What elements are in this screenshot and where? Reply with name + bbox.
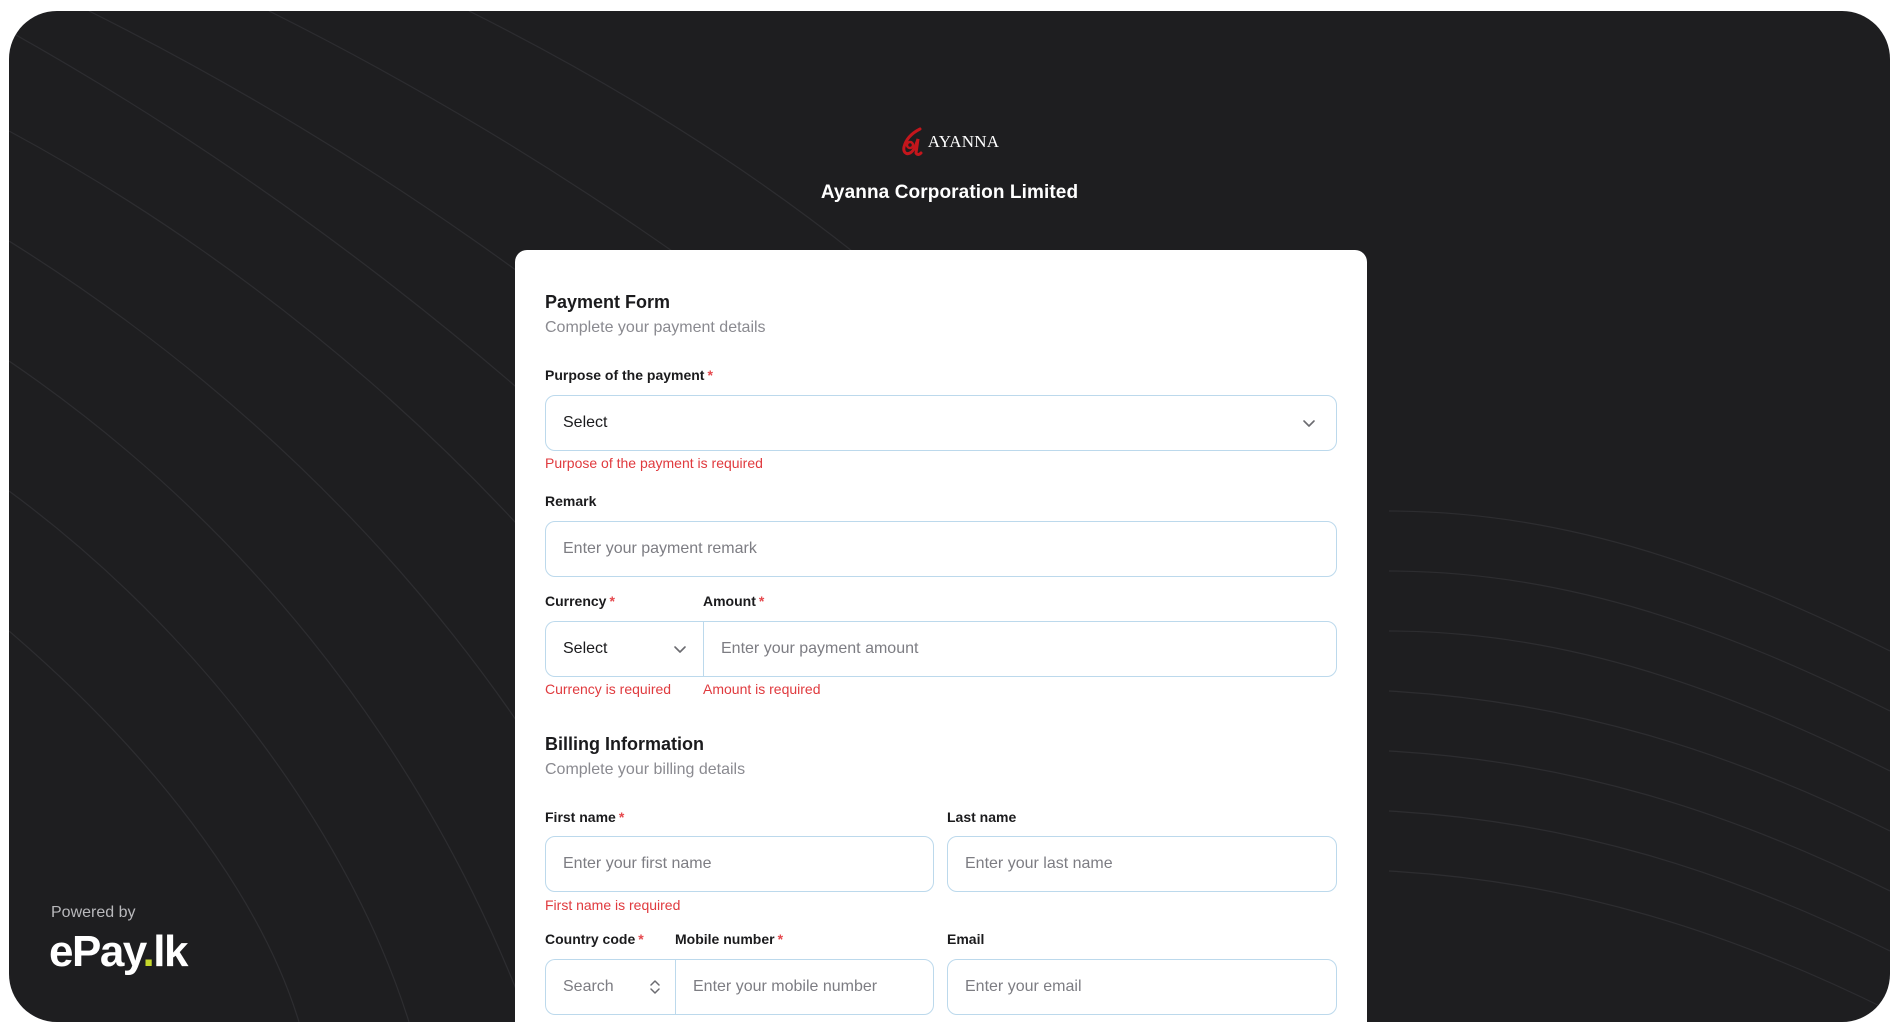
logo-text: AYANNA: [927, 132, 1000, 151]
required-mark: *: [618, 809, 625, 825]
email-field[interactable]: [947, 959, 1337, 1015]
remark-input[interactable]: [546, 540, 1336, 558]
currency-label-text: Currency: [545, 593, 607, 609]
first-name-error: First name is required: [545, 897, 681, 913]
email-label: Email: [947, 931, 985, 947]
last-name-field[interactable]: [947, 836, 1337, 892]
powered-by-label: Powered by: [51, 904, 136, 921]
amount-error: Amount is required: [703, 681, 821, 697]
payment-form-card: Payment Form Complete your payment detai…: [515, 250, 1367, 1030]
last-name-input[interactable]: [948, 855, 1336, 873]
epay-logo-dot: .: [142, 927, 155, 976]
amount-label-text: Amount: [703, 593, 756, 609]
first-name-input[interactable]: [546, 855, 933, 873]
country-code-placeholder: Search: [563, 978, 614, 995]
email-input[interactable]: [948, 978, 1336, 996]
payment-form-title: Payment Form: [545, 292, 671, 312]
epay-logo-main: ePay: [49, 927, 144, 976]
amount-label: Amount *: [703, 593, 764, 609]
required-mark: *: [609, 593, 615, 609]
mobile-label: Mobile number *: [675, 931, 783, 947]
purpose-select[interactable]: Select: [545, 395, 1337, 451]
last-name-label: Last name: [947, 809, 1017, 825]
amount-input[interactable]: [704, 640, 1336, 658]
required-mark: *: [638, 931, 644, 947]
chevron-down-icon: [1302, 418, 1316, 428]
brand-header: AYANNA Ayanna Corporation Limited: [9, 127, 1890, 204]
chevron-up-down-icon: [649, 978, 661, 996]
first-name-label: First name *: [545, 809, 624, 825]
first-name-label-text: First name: [545, 809, 616, 825]
remark-label: Remark: [545, 493, 597, 509]
required-mark: *: [707, 367, 713, 383]
ayanna-logo-icon: [902, 127, 923, 156]
currency-select-value: Select: [563, 640, 608, 657]
purpose-select-value: Select: [563, 414, 608, 431]
company-logo: AYANNA: [900, 127, 999, 157]
epay-logo-tld: lk: [153, 927, 188, 976]
payment-form-subtitle: Complete your payment details: [545, 319, 766, 336]
purpose-label-text: Purpose of the payment: [545, 367, 705, 383]
epay-logo[interactable]: ePay.lk: [49, 927, 188, 977]
mobile-field[interactable]: [675, 959, 934, 1015]
mobile-label-text: Mobile number: [675, 931, 775, 947]
billing-title: Billing Information: [545, 734, 704, 754]
chevron-down-icon: [673, 644, 687, 654]
purpose-label: Purpose of the payment *: [545, 367, 713, 383]
amount-field[interactable]: [703, 621, 1337, 677]
currency-select[interactable]: Select: [545, 621, 703, 677]
required-mark: *: [777, 931, 784, 947]
remark-field[interactable]: [545, 521, 1337, 577]
country-code-label-text: Country code: [545, 931, 636, 947]
mobile-input[interactable]: [676, 978, 933, 996]
first-name-field[interactable]: [545, 836, 934, 892]
company-name: Ayanna Corporation Limited: [820, 182, 1079, 203]
country-code-label: Country code *: [545, 931, 644, 947]
required-mark: *: [758, 593, 765, 609]
billing-subtitle: Complete your billing details: [545, 761, 746, 778]
purpose-error: Purpose of the payment is required: [545, 455, 763, 471]
currency-error: Currency is required: [545, 681, 672, 697]
currency-label: Currency *: [545, 593, 615, 609]
country-code-select[interactable]: Search: [545, 959, 675, 1015]
